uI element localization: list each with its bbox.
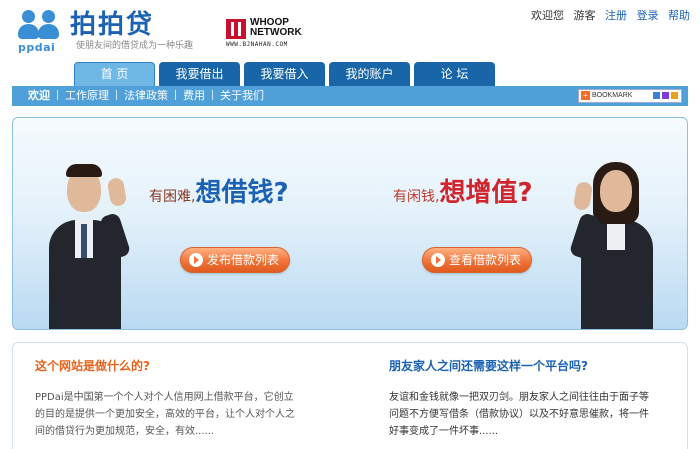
social-icon xyxy=(662,92,669,99)
social-icon xyxy=(671,92,678,99)
partner-mark-icon xyxy=(226,19,246,39)
social-icon xyxy=(653,92,660,99)
partner-logo[interactable]: WHOOP NETWORK WWW.BJNAHAN.COM xyxy=(226,18,316,49)
info-panel: 这个网站是做什么的? PPDai是中国第一个个人对个人信用网上借款平台，它创立 … xyxy=(12,342,688,449)
why-platform-text-line: 好事变成了一件坏事...... xyxy=(389,426,499,437)
subnav-item-welcome[interactable]: 欢迎 xyxy=(28,86,50,106)
invest-headline-big: 想增值? xyxy=(439,178,533,208)
invest-headline: 有闲钱,想增值? xyxy=(393,172,533,209)
borrow-headline: 有困难,想借钱? xyxy=(149,172,289,209)
about-site-text-line: PPDai是中国第一个个人对个人信用网上借款平台，它创立 xyxy=(35,392,294,403)
top-links: 欢迎您 游客 注册 登录 帮助 xyxy=(525,7,690,23)
site-logo[interactable]: ppdai 拍拍贷 使朋友间的借贷成为一种乐趣 xyxy=(18,8,218,54)
subnav-item-how-it-works[interactable]: 工作原理 xyxy=(65,86,109,106)
arrow-right-icon xyxy=(189,253,203,267)
login-link[interactable]: 登录 xyxy=(637,9,659,22)
page: ppdai 拍拍贷 使朋友间的借贷成为一种乐趣 WHOOP NETWORK WW… xyxy=(0,0,700,449)
about-site-text-line: 的目的是提供一个更加安全，高效的平台，让个人对个人之 xyxy=(35,409,295,420)
why-platform-text-line: 友谊和金钱就像一把双刃剑。朋友家人之间往往由于面子等 xyxy=(389,392,649,403)
subnav-divider xyxy=(175,90,176,100)
why-platform-text: 友谊和金钱就像一把双刃剑。朋友家人之间往往由于面子等 问题不方便写借条（借款协议… xyxy=(389,389,649,440)
about-site-text: PPDai是中国第一个个人对个人信用网上借款平台，它创立 的目的是提供一个更加安… xyxy=(35,389,295,440)
why-platform-text-line: 问题不方便写借条（借款协议）以及不好意思催款，将一件 xyxy=(389,409,649,420)
bookmark-button[interactable]: + BOOKMARK xyxy=(578,89,682,103)
businesswoman-image xyxy=(557,158,657,329)
invest-headline-small: 有闲钱, xyxy=(393,189,440,205)
partner-name: WHOOP NETWORK xyxy=(250,17,302,38)
subnav-item-about[interactable]: 关于我们 xyxy=(220,86,264,106)
guest-text: 游客 xyxy=(573,9,596,22)
partner-url: WWW.BJNAHAN.COM xyxy=(226,41,288,48)
tab-home[interactable]: 首 页 xyxy=(74,62,155,86)
about-site-text-line: 间的借贷行为更加规范，安全，有效...... xyxy=(35,426,215,437)
subnav-divider xyxy=(212,90,213,100)
hero-banner: 有困难,想借钱? 发布借款列表 有闲钱,想增值? 查看借款列表 xyxy=(12,117,688,330)
view-loan-list-label: 查看借款列表 xyxy=(449,253,522,267)
arrow-right-icon xyxy=(431,253,445,267)
about-site-section: 这个网站是做什么的? PPDai是中国第一个个人对个人信用网上借款平台，它创立 … xyxy=(35,343,325,449)
logo-slogan: 使朋友间的借贷成为一种乐趣 xyxy=(76,41,194,51)
tab-borrow[interactable]: 我要借入 xyxy=(244,62,325,86)
social-icons xyxy=(651,92,678,104)
tab-account[interactable]: 我的账户 xyxy=(329,62,410,86)
subnav-item-legal[interactable]: 法律政策 xyxy=(124,86,168,106)
about-site-title: 这个网站是做什么的? xyxy=(35,359,150,373)
plus-icon: + xyxy=(581,91,590,100)
logo-latin: ppdai xyxy=(18,41,56,54)
businessman-image xyxy=(43,158,143,329)
tab-forum[interactable]: 论 坛 xyxy=(414,62,495,86)
why-platform-title: 朋友家人之间还需要这样一个平台吗? xyxy=(389,359,588,373)
borrow-headline-big: 想借钱? xyxy=(195,178,289,208)
tab-lend[interactable]: 我要借出 xyxy=(159,62,240,86)
subnav-item-fees[interactable]: 费用 xyxy=(183,86,205,106)
subnav-divider xyxy=(116,90,117,100)
post-loan-list-label: 发布借款列表 xyxy=(207,253,280,267)
sub-nav: 欢迎 工作原理 法律政策 费用 关于我们 + BOOKMARK xyxy=(12,86,688,106)
welcome-text: 欢迎您 xyxy=(531,9,564,22)
post-loan-list-button[interactable]: 发布借款列表 xyxy=(180,247,290,273)
why-platform-section: 朋友家人之间还需要这样一个平台吗? 友谊和金钱就像一把双刃剑。朋友家人之间往往由… xyxy=(389,343,681,449)
borrow-headline-small: 有困难, xyxy=(149,189,196,205)
view-loan-list-button[interactable]: 查看借款列表 xyxy=(422,247,532,273)
logo-chinese: 拍拍贷 xyxy=(70,10,155,40)
subnav-divider xyxy=(57,90,58,100)
sub-nav-items: 欢迎 工作原理 法律政策 费用 关于我们 xyxy=(28,86,264,106)
bookmark-label: BOOKMARK xyxy=(592,92,633,99)
register-link[interactable]: 注册 xyxy=(605,9,627,22)
help-link[interactable]: 帮助 xyxy=(668,9,690,22)
people-logo-icon xyxy=(18,10,62,40)
